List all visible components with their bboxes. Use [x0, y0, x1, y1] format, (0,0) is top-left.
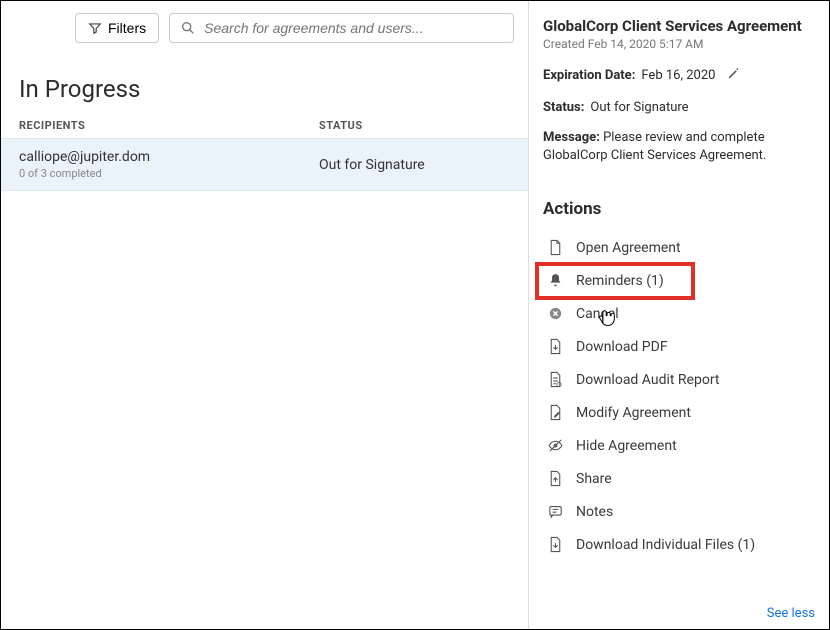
action-download-pdf[interactable]: Download PDF — [543, 330, 815, 363]
action-download-individual[interactable]: Download Individual Files (1) — [543, 528, 815, 561]
actions-heading: Actions — [543, 199, 815, 219]
action-label: Open Agreement — [576, 240, 681, 256]
toolbar: Filters — [1, 1, 528, 55]
recipient-email: calliope@jupiter.dom — [19, 149, 319, 165]
filters-label: Filters — [108, 20, 146, 36]
expiration-label: Expiration Date: — [543, 68, 635, 83]
recipient-cell: calliope@jupiter.dom 0 of 3 completed — [19, 149, 319, 180]
download-audit-icon — [547, 371, 564, 388]
main-panel: Filters In Progress RECIPIENTS STATUS ca… — [1, 1, 529, 629]
share-icon — [547, 470, 564, 487]
expiration-row: Expiration Date: Feb 16, 2020 — [543, 67, 815, 84]
action-label: Notes — [576, 504, 613, 520]
edit-expiration-button[interactable] — [727, 67, 740, 84]
page-title: In Progress — [1, 55, 528, 119]
action-hide[interactable]: Hide Agreement — [543, 429, 815, 462]
side-panel: GlobalCorp Client Services Agreement Cre… — [529, 1, 829, 629]
expiration-value: Feb 16, 2020 — [641, 68, 715, 83]
action-download-audit[interactable]: Download Audit Report — [543, 363, 815, 396]
action-open-agreement[interactable]: Open Agreement — [543, 231, 815, 264]
pencil-icon — [727, 67, 740, 80]
action-label: Modify Agreement — [576, 405, 691, 421]
action-share[interactable]: Share — [543, 462, 815, 495]
filters-button[interactable]: Filters — [75, 13, 159, 43]
col-recipients: RECIPIENTS — [19, 119, 319, 132]
message-label: Message: — [543, 130, 600, 145]
recipient-progress: 0 of 3 completed — [19, 167, 319, 180]
app-container: Filters In Progress RECIPIENTS STATUS ca… — [0, 0, 830, 630]
search-icon — [180, 20, 196, 36]
download-files-icon — [547, 536, 564, 553]
action-notes[interactable]: Notes — [543, 495, 815, 528]
message-row: Message: Please review and complete Glob… — [543, 129, 815, 165]
action-cancel[interactable]: Cancel — [543, 297, 815, 330]
hide-icon — [547, 437, 564, 454]
action-label: Hide Agreement — [576, 438, 677, 454]
action-label: Download PDF — [576, 339, 668, 355]
col-status: STATUS — [319, 119, 510, 132]
bell-icon — [547, 272, 564, 289]
cancel-icon — [547, 305, 564, 322]
action-label: Reminders (1) — [576, 273, 664, 289]
action-label: Share — [576, 471, 612, 487]
search-field[interactable] — [169, 13, 514, 43]
agreement-title: GlobalCorp Client Services Agreement — [543, 17, 815, 35]
status-row: Status: Out for Signature — [543, 100, 815, 115]
status-label: Status: — [543, 100, 584, 115]
status-value: Out for Signature — [590, 100, 688, 115]
action-label: Download Individual Files (1) — [576, 537, 755, 553]
table-row[interactable]: calliope@jupiter.dom 0 of 3 completed Ou… — [1, 138, 528, 191]
action-label: Download Audit Report — [576, 372, 720, 388]
action-label: Cancel — [576, 306, 619, 322]
filter-icon — [88, 21, 102, 35]
notes-icon — [547, 503, 564, 520]
status-cell: Out for Signature — [319, 157, 510, 173]
search-input[interactable] — [204, 20, 503, 36]
modify-icon — [547, 404, 564, 421]
action-modify[interactable]: Modify Agreement — [543, 396, 815, 429]
document-icon — [547, 239, 564, 256]
action-reminders[interactable]: Reminders (1) — [543, 264, 815, 297]
created-timestamp: Created Feb 14, 2020 5:17 AM — [543, 37, 815, 51]
column-headers: RECIPIENTS STATUS — [1, 119, 528, 138]
action-list: Open Agreement Reminders (1) Cancel Down… — [543, 231, 815, 561]
see-less-link[interactable]: See less — [767, 606, 815, 621]
download-pdf-icon — [547, 338, 564, 355]
